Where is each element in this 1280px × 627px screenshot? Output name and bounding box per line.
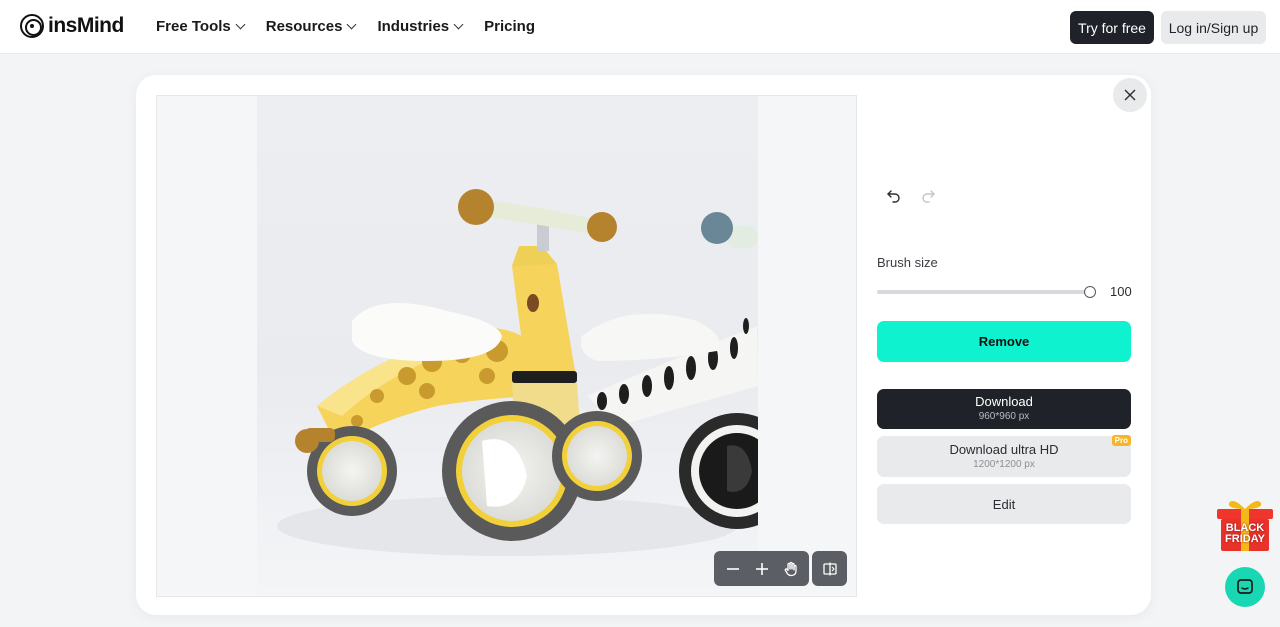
- black-friday-line2: FRIDAY: [1225, 533, 1265, 545]
- nav-free-tools[interactable]: Free Tools: [156, 18, 246, 35]
- login-signup-button[interactable]: Log in/Sign up: [1161, 11, 1266, 44]
- nav-label: Free Tools: [156, 18, 231, 35]
- close-icon[interactable]: [1113, 78, 1147, 112]
- nav-label: Industries: [377, 18, 450, 35]
- logo[interactable]: insMind: [20, 14, 124, 38]
- download-button[interactable]: Download 960*960 px: [877, 389, 1131, 429]
- chevron-down-icon: [235, 19, 246, 30]
- editor-modal: Brush size 100 Remove Download 960*960 p…: [136, 75, 1151, 615]
- remove-button[interactable]: Remove: [877, 321, 1131, 362]
- logo-icon: [20, 14, 44, 38]
- download-size: 960*960 px: [978, 411, 1030, 422]
- image-canvas[interactable]: [156, 95, 857, 597]
- chat-button[interactable]: [1225, 567, 1265, 607]
- nav-label: Pricing: [484, 18, 536, 35]
- balance-bike-photo: [277, 189, 758, 556]
- chevron-down-icon: [347, 19, 357, 30]
- pro-badge: Pro: [1111, 435, 1131, 446]
- nav-resources[interactable]: Resources: [265, 18, 357, 35]
- download-ultra-hd-button[interactable]: Pro Download ultra HD 1200*1200 px: [877, 435, 1131, 477]
- nav-pricing[interactable]: Pricing: [484, 18, 535, 35]
- black-friday-promo[interactable]: BLACK FRIDAY: [1213, 497, 1277, 553]
- brush-size-slider-track[interactable]: [877, 290, 1090, 294]
- edit-button[interactable]: Edit: [877, 484, 1131, 524]
- try-for-free-button[interactable]: Try for free: [1070, 11, 1154, 44]
- hand-pan-icon[interactable]: [779, 557, 803, 581]
- product-photo[interactable]: [257, 96, 758, 596]
- chat-icon: [1237, 579, 1253, 594]
- compare-icon[interactable]: [812, 551, 847, 586]
- main-nav: Free Tools Resources Industries Pricing: [156, 18, 535, 35]
- undo-icon[interactable]: [884, 185, 904, 205]
- brush-size-value: 100: [1110, 284, 1132, 299]
- black-friday-text: BLACK FRIDAY: [1213, 523, 1277, 545]
- zoom-out-icon[interactable]: [721, 557, 745, 581]
- chevron-down-icon: [453, 19, 464, 30]
- nav-industries[interactable]: Industries: [377, 18, 464, 35]
- brush-size-label: Brush size: [877, 255, 938, 270]
- redo-icon: [918, 185, 938, 205]
- logo-text: insMind: [48, 14, 124, 37]
- brush-size-slider-thumb[interactable]: [1084, 286, 1096, 298]
- download-uhd-label: Download ultra HD: [949, 441, 1059, 457]
- download-uhd-size: 1200*1200 px: [973, 458, 1035, 470]
- top-header: insMind Free Tools Resources Industries …: [0, 0, 1280, 54]
- zoom-in-icon[interactable]: [750, 557, 774, 581]
- download-label: Download: [975, 394, 1033, 409]
- nav-label: Resources: [265, 18, 343, 35]
- zoom-toolbar: [714, 551, 809, 586]
